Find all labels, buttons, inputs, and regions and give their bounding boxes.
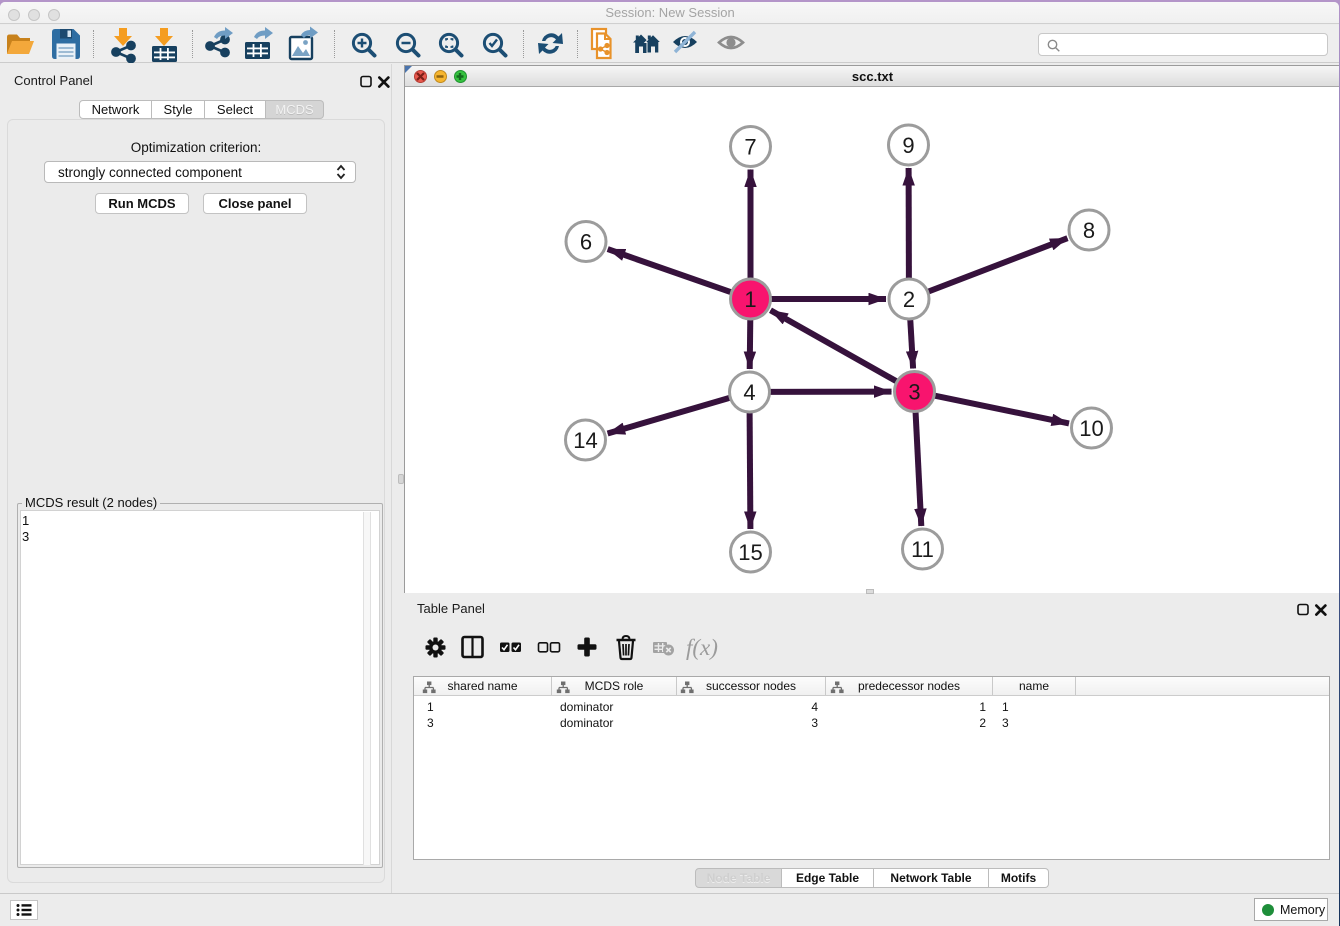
svg-text:3: 3 [908,380,920,405]
svg-text:14: 14 [573,428,597,453]
svg-text:4: 4 [743,380,755,405]
svg-text:f(x): f(x) [686,635,718,660]
svg-text:7: 7 [744,135,756,160]
svg-text:1: 1 [744,287,756,312]
svg-text:15: 15 [738,540,762,565]
svg-text:6: 6 [580,230,592,255]
svg-text:9: 9 [902,133,914,158]
svg-text:10: 10 [1079,416,1103,441]
svg-text:2: 2 [903,287,915,312]
svg-text:11: 11 [911,537,934,562]
svg-text:8: 8 [1083,218,1095,243]
